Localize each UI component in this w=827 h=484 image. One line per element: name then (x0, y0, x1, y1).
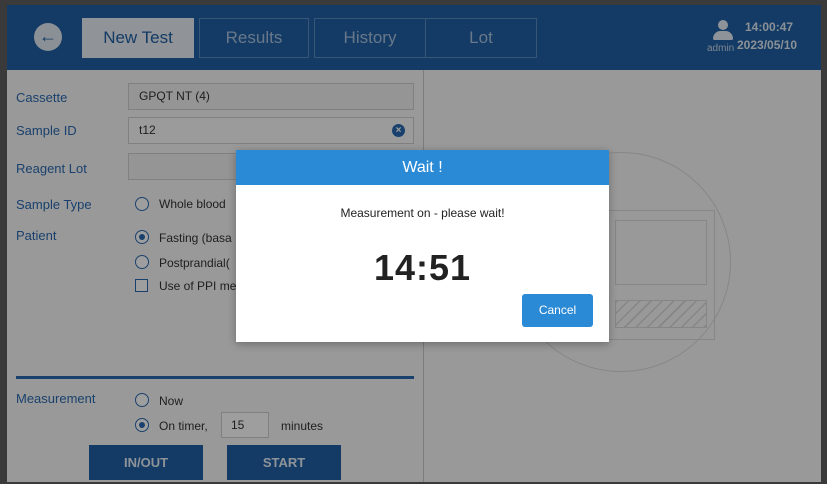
dialog-message: Measurement on - please wait! (340, 206, 505, 220)
wait-dialog: Wait ! Measurement on - please wait! 14:… (236, 150, 609, 342)
dialog-title: Wait ! (236, 150, 609, 185)
countdown-timer: 14:51 (373, 247, 472, 288)
app-screen: ← New Test Results History Lot admin 14:… (7, 5, 821, 482)
cancel-button[interactable]: Cancel (522, 294, 593, 327)
